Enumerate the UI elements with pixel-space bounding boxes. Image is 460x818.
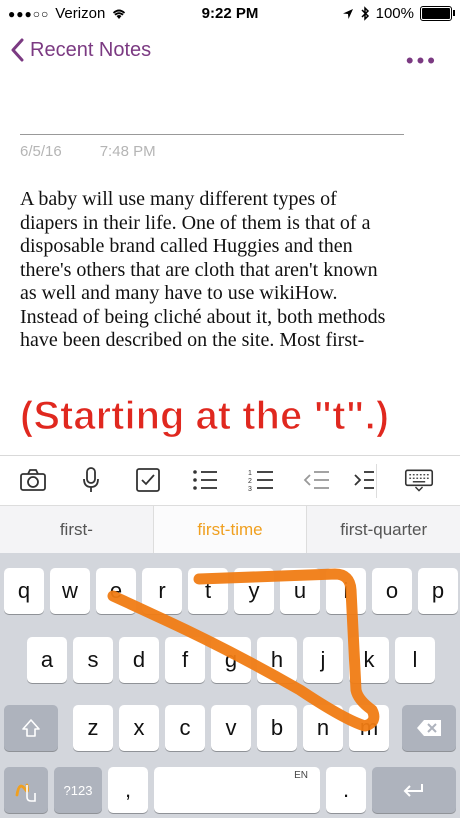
key-y[interactable]: y — [234, 568, 274, 614]
note-time: 7:48 PM — [99, 143, 156, 160]
suggestion-bar: first- first-time first-quarter — [0, 505, 460, 554]
note-line: diapers in their life. One of them is th… — [20, 211, 371, 234]
swype-key[interactable] — [4, 767, 48, 813]
key-r[interactable]: r — [142, 568, 182, 614]
more-options-button[interactable]: ••• — [406, 48, 438, 74]
note-line: as well and many have to use wikiHow. — [20, 282, 338, 304]
comma-key[interactable]: , — [108, 767, 148, 813]
key-a[interactable]: a — [27, 637, 67, 683]
divider — [20, 134, 404, 135]
note-line: have been described on the site. Most fi… — [20, 329, 365, 351]
key-j[interactable]: j — [303, 637, 343, 683]
period-key[interactable]: . — [326, 767, 366, 813]
note-datetime: 6/5/16 7:48 PM — [20, 143, 156, 160]
location-icon — [342, 8, 353, 19]
back-button[interactable]: Recent Notes — [10, 38, 151, 62]
back-label: Recent Notes — [30, 38, 152, 61]
note-line: A baby will use many different types of — [20, 188, 337, 210]
key-c[interactable]: c — [165, 705, 205, 751]
return-icon — [403, 784, 423, 797]
note-date: 6/5/16 — [20, 143, 62, 160]
key-u[interactable]: u — [280, 568, 320, 614]
key-n[interactable]: n — [303, 705, 343, 751]
suggestion-item-selected[interactable]: first-time — [152, 506, 307, 554]
battery-percent: 100% — [375, 5, 414, 22]
key-p[interactable]: p — [418, 568, 458, 614]
numbers-key-label: ?123 — [63, 782, 93, 798]
camera-icon[interactable] — [18, 466, 48, 494]
bullet-list-icon[interactable] — [190, 466, 220, 494]
microphone-icon[interactable] — [76, 466, 106, 494]
key-h[interactable]: h — [257, 637, 297, 683]
backspace-icon — [417, 720, 441, 736]
suggestion-item[interactable]: first-quarter — [306, 506, 460, 554]
outdent-icon[interactable] — [302, 466, 332, 494]
key-z[interactable]: z — [73, 705, 113, 751]
backspace-key[interactable] — [402, 705, 456, 751]
checkbox-icon[interactable] — [133, 466, 163, 494]
key-i[interactable]: i — [326, 568, 366, 614]
key-x[interactable]: x — [119, 705, 159, 751]
note-line: there's others that are cloth that aren'… — [20, 258, 378, 281]
svg-text:2: 2 — [248, 478, 252, 485]
key-e[interactable]: e — [96, 568, 136, 614]
keyboard-hide-icon[interactable] — [404, 466, 434, 494]
note-line: disposable brand called Huggies and then — [20, 235, 353, 257]
key-q[interactable]: q — [4, 568, 44, 614]
toolbar-separator — [376, 464, 377, 498]
key-d[interactable]: d — [119, 637, 159, 683]
note-body[interactable]: A baby will use many different types of … — [20, 188, 430, 353]
key-b[interactable]: b — [257, 705, 297, 751]
battery-icon — [420, 6, 455, 21]
key-s[interactable]: s — [73, 637, 113, 683]
svg-text:1: 1 — [248, 470, 252, 477]
svg-text:3: 3 — [248, 486, 252, 493]
numbers-key[interactable]: ?123 — [54, 767, 102, 813]
key-f[interactable]: f — [165, 637, 205, 683]
note-line: Instead of being cliché about it, both m… — [20, 305, 386, 328]
space-key[interactable]: EN — [154, 767, 320, 813]
shift-key[interactable] — [4, 705, 58, 751]
swype-logo-icon — [15, 783, 36, 802]
status-bar: ●●●○○ Verizon 9:22 PM 100% — [0, 0, 460, 28]
bluetooth-icon — [361, 6, 369, 21]
format-toolbar: 123 — [0, 455, 460, 506]
suggestion-item[interactable]: first- — [0, 506, 153, 554]
key-w[interactable]: w — [50, 568, 90, 614]
key-v[interactable]: v — [211, 705, 251, 751]
nav-bar: Recent Notes ••• — [0, 36, 460, 74]
key-m[interactable]: m — [349, 705, 389, 751]
key-k[interactable]: k — [349, 637, 389, 683]
numbered-list-icon[interactable]: 123 — [246, 466, 276, 494]
key-o[interactable]: o — [372, 568, 412, 614]
key-l[interactable]: l — [395, 637, 435, 683]
return-key[interactable] — [372, 767, 456, 813]
key-t[interactable]: t — [188, 568, 228, 614]
annotation-caption: (Starting at the "t".) — [19, 393, 390, 438]
chevron-left-icon — [11, 38, 24, 62]
space-language-label: EN — [294, 770, 308, 781]
status-right: 100% — [342, 5, 455, 22]
keyboard: q w e r t y u i o p a s d f g h j k l z … — [0, 553, 460, 818]
key-g[interactable]: g — [211, 637, 251, 683]
shift-icon — [22, 719, 40, 737]
